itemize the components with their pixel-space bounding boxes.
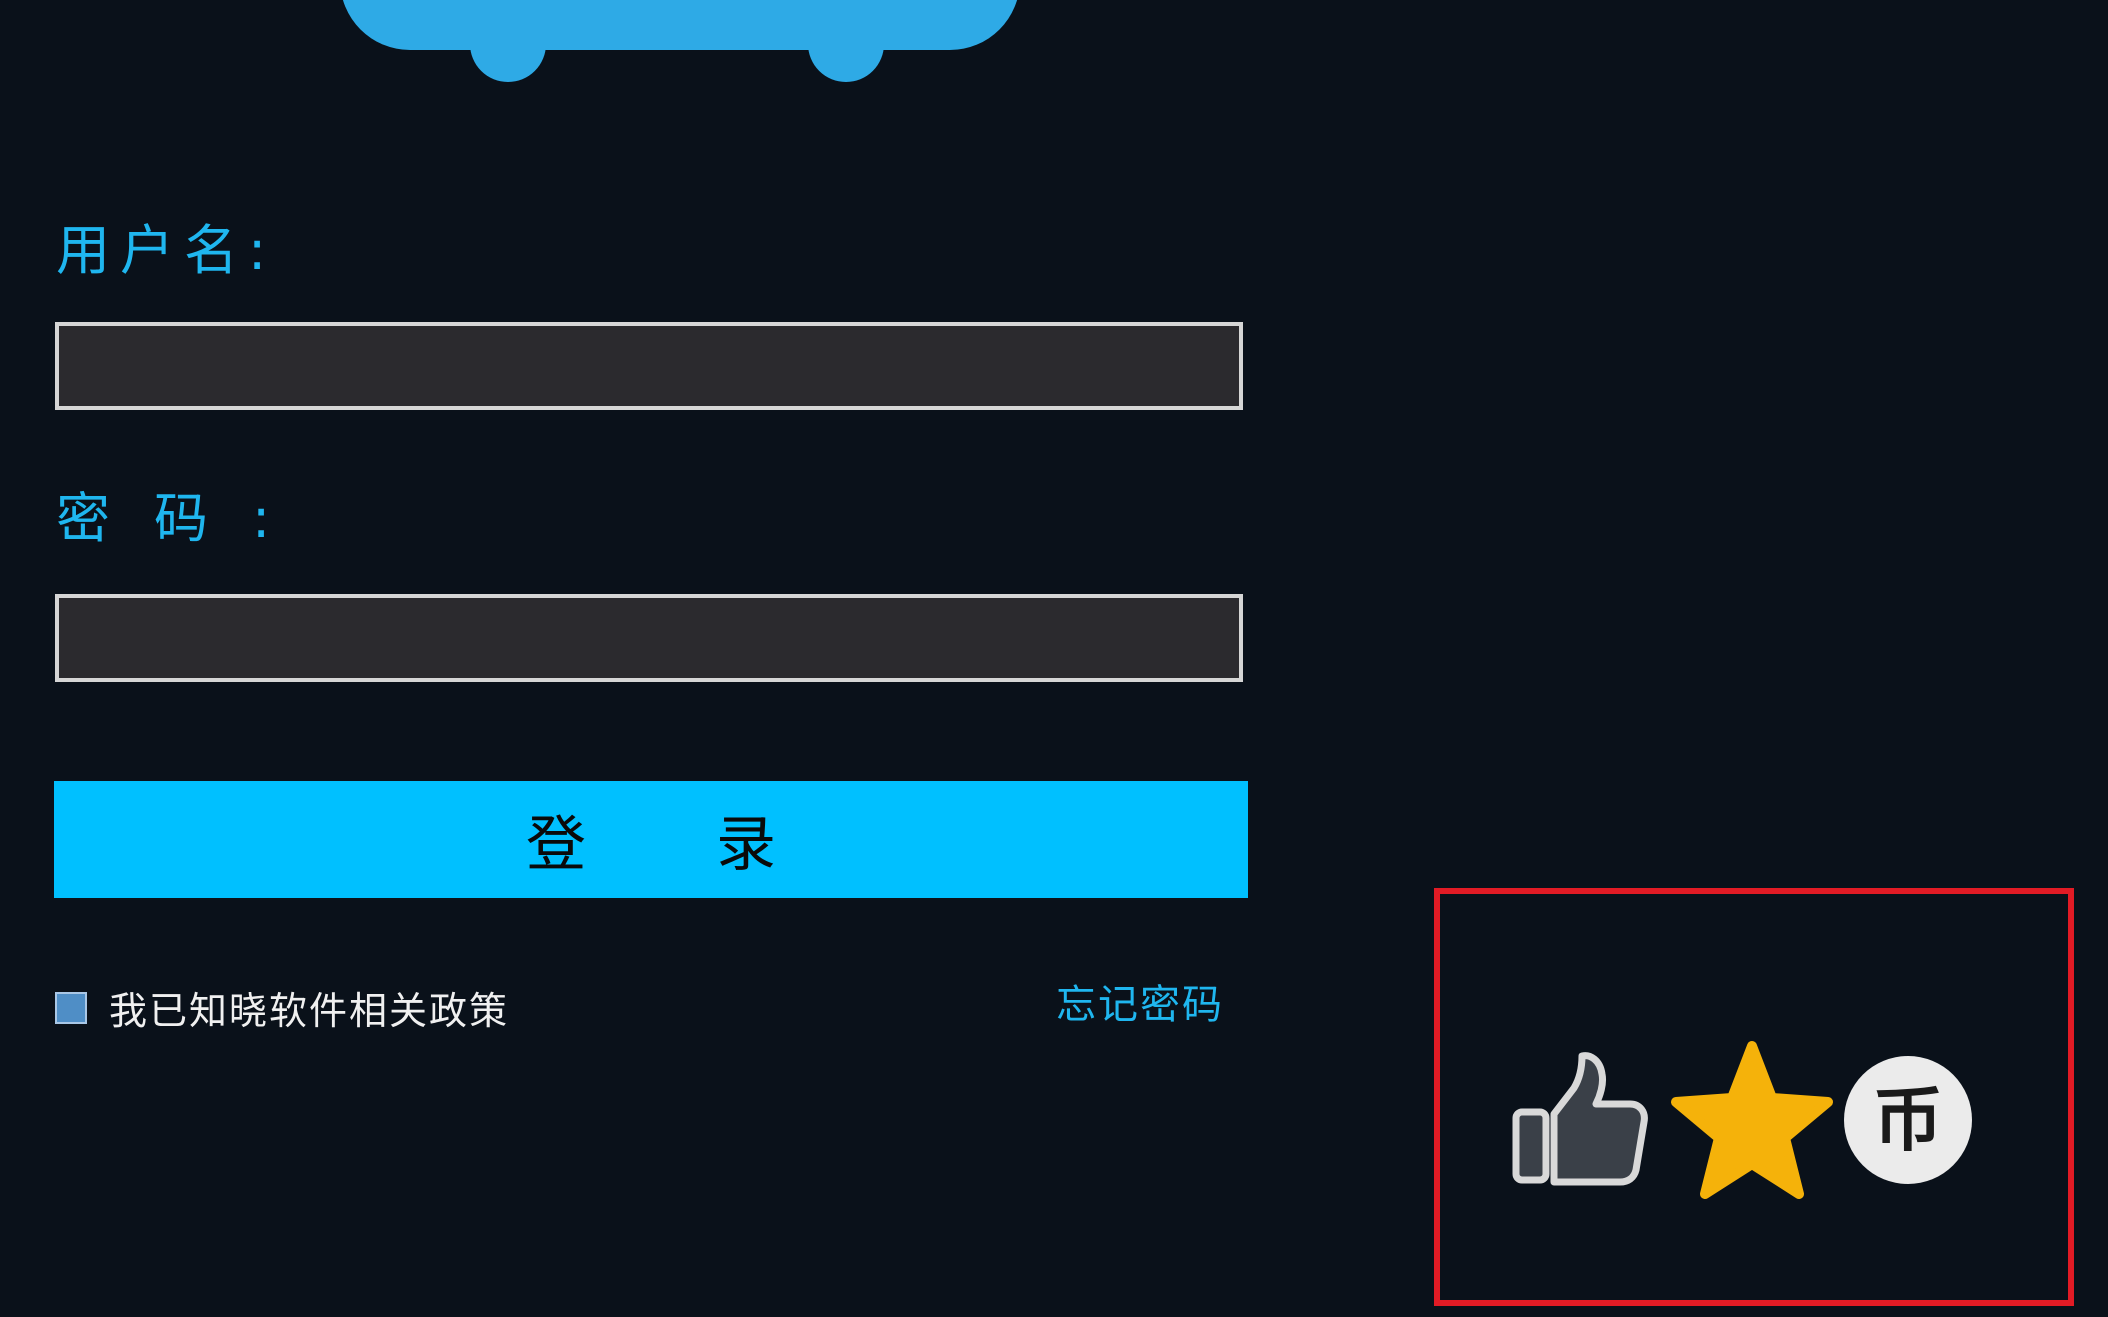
agree-policy-row: 我已知晓软件相关政策	[55, 980, 509, 1035]
password-input[interactable]	[55, 594, 1243, 682]
username-input[interactable]	[55, 322, 1243, 410]
mascot-logo-right-foot	[808, 30, 884, 82]
star-icon[interactable]	[1668, 1040, 1836, 1208]
agree-policy-checkbox[interactable]	[55, 991, 87, 1024]
thumbs-up-icon[interactable]	[1510, 1048, 1650, 1190]
coin-glyph: 币	[1873, 1079, 1943, 1161]
mascot-logo-left-foot	[470, 30, 546, 82]
username-label: 用户名:	[56, 219, 277, 282]
password-label: 密码:	[56, 487, 315, 550]
login-page: 用户名: 密码: 登录 我已知晓软件相关政策 忘记密码 币	[0, 0, 2108, 1317]
coin-icon[interactable]: 币	[1840, 1052, 1976, 1188]
forgot-password-link[interactable]: 忘记密码	[1056, 972, 1224, 1030]
login-button[interactable]: 登录	[54, 781, 1248, 898]
mascot-logo	[340, 0, 1020, 50]
agree-policy-label: 我已知晓软件相关政策	[109, 989, 510, 1033]
